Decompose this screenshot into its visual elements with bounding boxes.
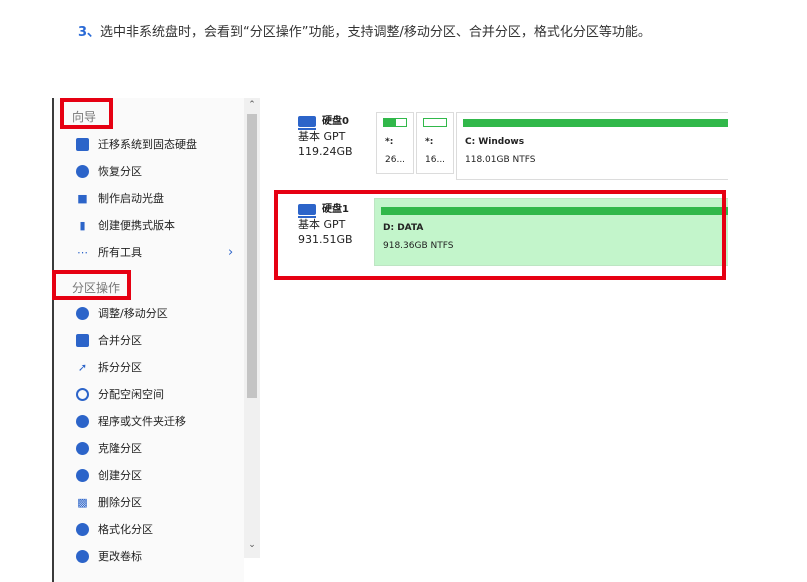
partition-size: 26... <box>385 155 406 165</box>
disk-name: 硬盘0 <box>298 114 353 130</box>
partition-0-2[interactable]: C: Windows 118.01GB NTFS <box>456 112 728 180</box>
partition-label: *: <box>425 137 434 147</box>
sidebar-item-label: 制作启动光盘 <box>98 192 164 205</box>
sidebar-item-change-label[interactable]: 更改卷标 <box>76 546 142 566</box>
label-icon <box>76 549 89 563</box>
highlight-box-partition-ops <box>52 270 131 300</box>
sidebar-item-label: 合并分区 <box>98 334 142 347</box>
portable-icon: ▮ <box>79 218 86 232</box>
sidebar-item-portable[interactable]: ▮ 创建便携式版本 <box>76 215 175 235</box>
sidebar-item-label: 创建便携式版本 <box>98 219 175 232</box>
highlight-box-disk1 <box>274 190 726 280</box>
sidebar-item-all-tools[interactable]: ⋯ 所有工具 › <box>76 242 246 262</box>
sidebar-item-clone[interactable]: 克隆分区 <box>76 438 142 458</box>
sidebar-item-label: 创建分区 <box>98 469 142 482</box>
sidebar-item-label: 恢复分区 <box>98 165 142 178</box>
hard-disk-icon <box>298 116 316 130</box>
sidebar-item-boot-disc[interactable]: ■ 制作启动光盘 <box>76 188 164 208</box>
highlight-box-wizard <box>60 98 113 129</box>
chevron-right-icon: › <box>228 244 234 260</box>
sidebar-item-split[interactable]: ➚ 拆分分区 <box>76 357 142 377</box>
sidebar-item-app-migrate[interactable]: 程序或文件夹迁移 <box>76 411 186 431</box>
partition-0-0[interactable]: *: 26... <box>376 112 414 174</box>
sidebar-item-label: 程序或文件夹迁移 <box>98 415 186 428</box>
sidebar-scrollbar[interactable]: ⌃ ⌄ <box>244 98 260 558</box>
disk-row-0[interactable]: 硬盘0 基本 GPT 119.24GB *: 26... *: 16... C:… <box>278 106 728 182</box>
usage-fill <box>384 119 397 126</box>
sidebar-item-label: 所有工具 <box>98 246 142 259</box>
sidebar-item-merge[interactable]: 合并分区 <box>76 330 142 350</box>
sidebar-item-label: 迁移系统到固态硬盘 <box>98 138 197 151</box>
sidebar-item-create[interactable]: 创建分区 <box>76 465 142 485</box>
migrate-disk-icon <box>76 137 89 151</box>
partition-size: 118.01GB NTFS <box>465 155 536 165</box>
sidebar-item-label: 更改卷标 <box>98 550 142 563</box>
step-number: 3、 <box>78 25 101 40</box>
clone-icon <box>76 441 89 455</box>
sidebar: 向导 迁移系统到固态硬盘 恢复分区 ■ 制作启动光盘 ▮ 创建便携式版本 ⋯ 所… <box>54 98 244 582</box>
sidebar-item-delete[interactable]: ▩ 删除分区 <box>76 492 142 512</box>
usage-fill <box>464 120 728 126</box>
sidebar-item-label: 克隆分区 <box>98 442 142 455</box>
merge-icon <box>76 333 89 347</box>
usage-bar <box>423 118 447 127</box>
partition-size: 16... <box>425 155 446 165</box>
sidebar-item-label: 分配空闲空间 <box>98 388 164 401</box>
create-icon <box>76 468 89 482</box>
recover-partition-icon <box>76 164 89 178</box>
scrollbar-thumb[interactable] <box>247 114 257 398</box>
delete-icon: ▩ <box>77 495 88 509</box>
sidebar-item-format[interactable]: 格式化分区 <box>76 519 153 539</box>
split-icon: ➚ <box>77 360 88 374</box>
resize-icon <box>76 306 89 320</box>
disk-info: 硬盘0 基本 GPT 119.24GB <box>298 114 353 159</box>
more-dots-icon: ⋯ <box>77 245 88 259</box>
app-screenshot: 向导 迁移系统到固态硬盘 恢复分区 ■ 制作启动光盘 ▮ 创建便携式版本 ⋯ 所… <box>52 98 728 582</box>
disk-size: 119.24GB <box>298 145 353 158</box>
sidebar-item-label: 拆分分区 <box>98 361 142 374</box>
sidebar-item-allocate[interactable]: 分配空闲空间 <box>76 384 164 404</box>
sidebar-item-label: 调整/移动分区 <box>98 307 168 320</box>
partition-0-1[interactable]: *: 16... <box>416 112 454 174</box>
boot-disc-icon: ■ <box>77 191 88 205</box>
format-icon <box>76 522 89 536</box>
sidebar-item-label: 删除分区 <box>98 496 142 509</box>
sidebar-item-migrate-os[interactable]: 迁移系统到固态硬盘 <box>76 134 197 154</box>
allocate-icon <box>76 387 89 401</box>
disk-type: 基本 GPT <box>298 130 346 143</box>
app-migrate-icon <box>76 414 89 428</box>
disk-panel: 硬盘0 基本 GPT 119.24GB *: 26... *: 16... C:… <box>274 98 728 582</box>
partition-label: C: Windows <box>465 137 525 147</box>
usage-bar <box>463 119 728 127</box>
usage-bar <box>383 118 407 127</box>
instruction-text: 选中非系统盘时，会看到“分区操作”功能，支持调整/移动分区、合并分区，格式化分区… <box>100 25 651 40</box>
scroll-up-icon[interactable]: ⌃ <box>244 100 260 110</box>
instruction-paragraph: 3、选中非系统盘时，会看到“分区操作”功能，支持调整/移动分区、合并分区，格式化… <box>52 20 742 46</box>
sidebar-item-resize-move[interactable]: 调整/移动分区 <box>76 303 168 323</box>
scroll-down-icon[interactable]: ⌄ <box>244 540 260 550</box>
sidebar-item-label: 格式化分区 <box>98 523 153 536</box>
partition-label: *: <box>385 137 394 147</box>
sidebar-item-recover-partition[interactable]: 恢复分区 <box>76 161 142 181</box>
